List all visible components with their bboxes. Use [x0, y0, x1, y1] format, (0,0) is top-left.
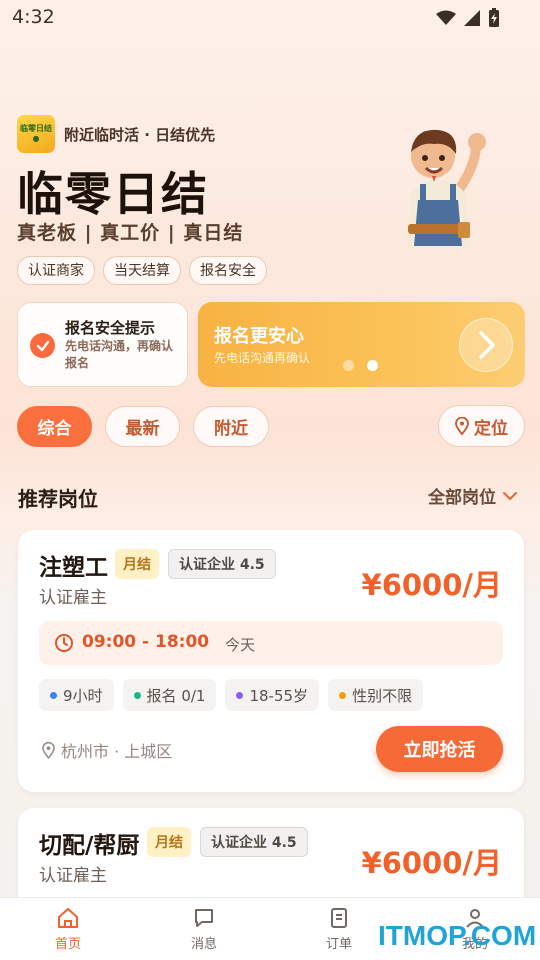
work-time-box: 09:00 - 18:00 今天 — [39, 621, 503, 665]
chip-certified: 认证商家 — [17, 256, 95, 285]
tag-age: 18-55岁 — [225, 679, 320, 711]
banner-title: 报名更安心 — [214, 326, 304, 347]
tag-hours: 9小时 — [39, 679, 114, 711]
app-title: 临零日结 — [17, 167, 209, 221]
check-icon — [30, 333, 55, 358]
all-jobs-label: 全部岗位 — [428, 488, 496, 508]
job-location: 杭州市 · 上城区 — [42, 738, 172, 762]
work-time: 09:00 - 18:00 — [82, 632, 210, 652]
job-title: 注塑工 — [39, 555, 108, 581]
safety-description: 先电话沟通，再确认报名 — [65, 339, 174, 370]
status-time: 4:32 — [12, 6, 55, 28]
tab-nearby[interactable]: 附近 — [193, 406, 269, 447]
section-title: 推荐岗位 — [18, 487, 98, 511]
app-logo: 临零日结 ● — [17, 115, 55, 153]
chevron-right-icon[interactable] — [459, 318, 513, 372]
tag-signups: 报名 0/1 — [122, 679, 217, 711]
tagline: 附近临时活 · 日结优先 — [64, 126, 216, 144]
location-pin-icon — [42, 741, 55, 759]
employer-label: 认证雇主 — [39, 588, 107, 608]
all-jobs-dropdown[interactable]: 全部岗位 — [428, 483, 518, 508]
nav-messages[interactable]: 消息 — [164, 906, 244, 952]
order-icon — [331, 908, 347, 928]
job-title: 切配/帮厨 — [39, 833, 140, 859]
cert-badge: 认证企业 4.5 — [200, 827, 308, 857]
watermark: ITMOP.COM — [378, 920, 537, 951]
work-day: 今天 — [225, 636, 256, 654]
carousel-dot[interactable] — [343, 360, 354, 371]
locate-label: 定位 — [474, 418, 508, 439]
chevron-down-icon — [503, 491, 517, 500]
chip-safe: 报名安全 — [189, 256, 267, 285]
safety-notice-card[interactable]: 报名安全提示 先电话沟通，再确认报名 — [17, 302, 188, 387]
cert-badge: 认证企业 4.5 — [168, 549, 276, 579]
slogan: 真老板 | 真工价 | 真日结 — [17, 222, 244, 244]
nav-orders[interactable]: 订单 — [299, 906, 379, 952]
battery-icon — [489, 8, 499, 27]
banner-subtitle: 先电话沟通再确认 — [214, 351, 311, 365]
location-pin-icon — [455, 417, 469, 435]
salary: ¥6000/月 — [361, 568, 502, 602]
worker-mascot-illustration — [408, 129, 486, 246]
chip-same-day: 当天结算 — [103, 256, 181, 285]
nav-home[interactable]: 首页 — [28, 906, 108, 952]
grab-job-button[interactable]: 立即抢活 — [376, 726, 503, 772]
carousel-dot-active[interactable] — [367, 360, 378, 371]
signal-icon — [464, 10, 480, 26]
tab-comprehensive[interactable]: 综合 — [17, 406, 92, 447]
pay-type-badge: 月结 — [147, 827, 191, 857]
tab-latest[interactable]: 最新 — [105, 406, 180, 447]
job-card[interactable]: 注塑工 月结 认证企业 4.5 认证雇主 ¥6000/月 09:00 - 18:… — [18, 530, 524, 792]
locate-button[interactable]: 定位 — [438, 405, 525, 447]
clock-icon — [55, 634, 73, 652]
message-icon — [195, 909, 213, 927]
status-icons — [436, 8, 500, 28]
wifi-icon — [436, 10, 456, 25]
feature-chips: 认证商家 当天结算 报名安全 — [17, 256, 267, 285]
employer-label: 认证雇主 — [39, 866, 107, 886]
job-tags: 9小时 报名 0/1 18-55岁 性别不限 — [39, 679, 424, 711]
home-icon — [58, 908, 78, 928]
salary: ¥6000/月 — [361, 846, 502, 880]
pay-type-badge: 月结 — [115, 549, 159, 579]
tag-gender: 性别不限 — [328, 679, 424, 711]
promo-banner[interactable]: 报名更安心 先电话沟通再确认 — [198, 302, 525, 387]
safety-title: 报名安全提示 — [65, 319, 156, 337]
